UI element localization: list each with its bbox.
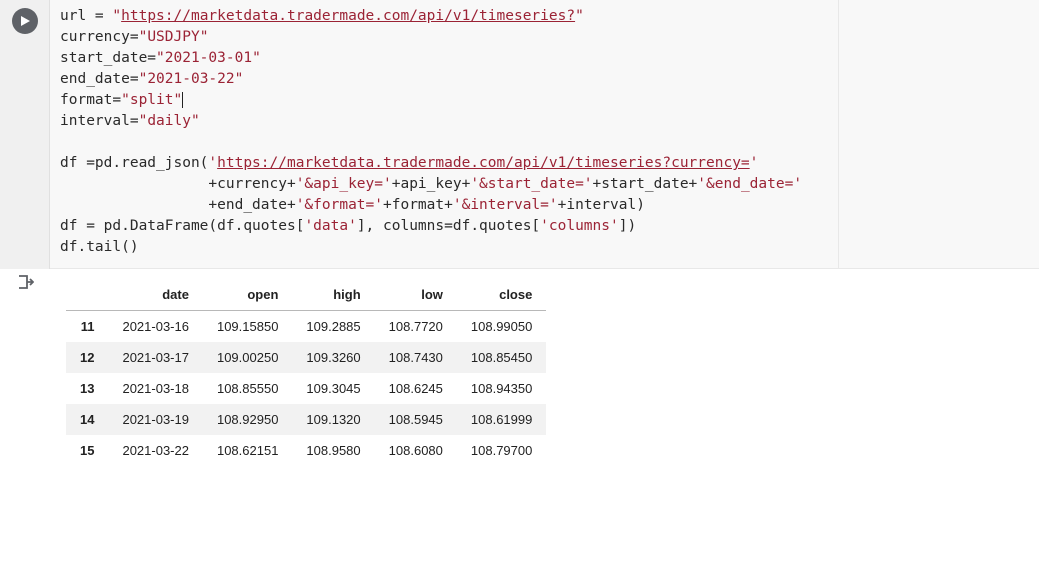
col-header: date bbox=[108, 279, 203, 311]
cell: 108.79700 bbox=[457, 435, 546, 466]
cell: 108.7430 bbox=[375, 342, 457, 373]
cell: 109.1320 bbox=[292, 404, 374, 435]
table-header-row: date open high low close bbox=[66, 279, 546, 311]
table-row: 11 2021-03-16 109.15850 109.2885 108.772… bbox=[66, 311, 546, 343]
cell: 109.15850 bbox=[203, 311, 292, 343]
cell: 108.61999 bbox=[457, 404, 546, 435]
row-index: 13 bbox=[66, 373, 108, 404]
cell: 108.7720 bbox=[375, 311, 457, 343]
col-header: high bbox=[292, 279, 374, 311]
url-link[interactable]: https://marketdata.tradermade.com/api/v1… bbox=[121, 8, 575, 24]
cell: 108.9580 bbox=[292, 435, 374, 466]
cell: 108.6245 bbox=[375, 373, 457, 404]
row-index: 14 bbox=[66, 404, 108, 435]
col-header: close bbox=[457, 279, 546, 311]
cell: 2021-03-18 bbox=[108, 373, 203, 404]
cell: 2021-03-16 bbox=[108, 311, 203, 343]
cell: 2021-03-17 bbox=[108, 342, 203, 373]
run-button[interactable] bbox=[12, 8, 38, 34]
cell: 109.00250 bbox=[203, 342, 292, 373]
cell: 108.5945 bbox=[375, 404, 457, 435]
output-cell: date open high low close 11 2021-03-16 1… bbox=[0, 269, 1039, 482]
cell: 108.99050 bbox=[457, 311, 546, 343]
play-icon bbox=[19, 15, 31, 27]
cell: 2021-03-22 bbox=[108, 435, 203, 466]
code-content: url = "https://marketdata.tradermade.com… bbox=[60, 6, 1029, 258]
table-row: 12 2021-03-17 109.00250 109.3260 108.743… bbox=[66, 342, 546, 373]
index-header bbox=[66, 279, 108, 311]
cell: 109.2885 bbox=[292, 311, 374, 343]
table-row: 14 2021-03-19 108.92950 109.1320 108.594… bbox=[66, 404, 546, 435]
row-index: 15 bbox=[66, 435, 108, 466]
table-row: 13 2021-03-18 108.85550 109.3045 108.624… bbox=[66, 373, 546, 404]
cell: 108.62151 bbox=[203, 435, 292, 466]
output-indicator-icon bbox=[16, 273, 34, 296]
col-header: open bbox=[203, 279, 292, 311]
code-cell: url = "https://marketdata.tradermade.com… bbox=[0, 0, 1039, 269]
dataframe-table: date open high low close 11 2021-03-16 1… bbox=[66, 279, 546, 466]
output-gutter bbox=[0, 269, 50, 482]
text-cursor bbox=[182, 92, 183, 108]
cell: 108.92950 bbox=[203, 404, 292, 435]
output-area: date open high low close 11 2021-03-16 1… bbox=[50, 269, 1039, 482]
row-index: 11 bbox=[66, 311, 108, 343]
row-index: 12 bbox=[66, 342, 108, 373]
cell: 108.6080 bbox=[375, 435, 457, 466]
code-editor[interactable]: url = "https://marketdata.tradermade.com… bbox=[50, 0, 1039, 269]
col-header: low bbox=[375, 279, 457, 311]
cell: 2021-03-19 bbox=[108, 404, 203, 435]
input-gutter bbox=[0, 0, 50, 269]
cell: 108.94350 bbox=[457, 373, 546, 404]
cell: 109.3260 bbox=[292, 342, 374, 373]
readjson-url-link[interactable]: https://marketdata.tradermade.com/api/v1… bbox=[217, 155, 750, 171]
table-row: 15 2021-03-22 108.62151 108.9580 108.608… bbox=[66, 435, 546, 466]
cell: 108.85450 bbox=[457, 342, 546, 373]
cell: 108.85550 bbox=[203, 373, 292, 404]
cell: 109.3045 bbox=[292, 373, 374, 404]
